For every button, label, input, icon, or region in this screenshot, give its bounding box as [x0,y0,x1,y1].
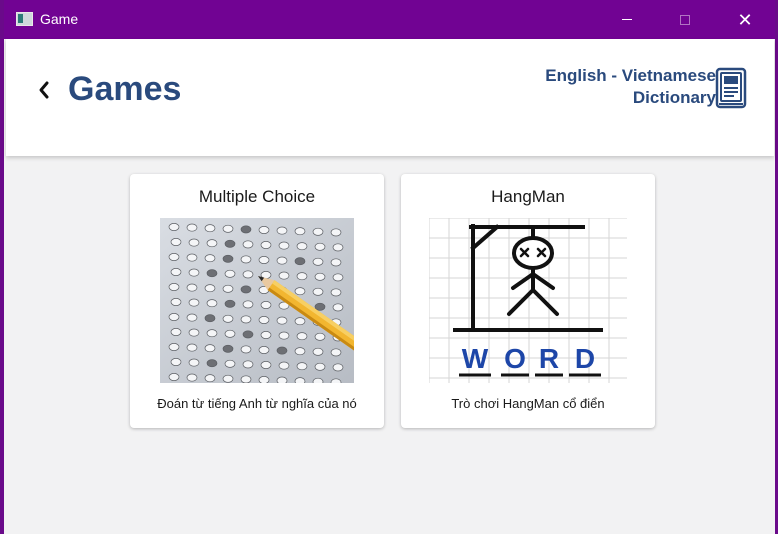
chevron-left-icon [39,81,49,99]
maximize-icon [680,14,690,25]
answer-sheet-pencil-image [160,218,354,383]
word-letter: O [504,343,526,374]
maximize-button[interactable] [662,0,708,39]
minimize-icon [622,19,632,20]
back-button[interactable] [32,75,56,105]
game-card-hangman[interactable]: HangMan W O R D Trò chơi HangMan cổ điển [401,174,655,428]
game-card-multiple-choice[interactable]: Multiple Choice Đoán từ tiếng Anh từ ngh… [130,174,384,428]
word-letter: W [462,343,489,374]
close-icon: ✕ [737,9,753,30]
word-letter: D [575,343,595,374]
title-bar[interactable]: Game ✕ [4,0,775,39]
game-card-title: HangMan [491,187,565,206]
app-brand: English - Vietnamese Dictionary [545,65,716,109]
window-title: Game [40,11,79,27]
brand-line-2: Dictionary [632,88,716,107]
brand-line-1: English - Vietnamese [545,66,716,85]
game-card-title: Multiple Choice [198,187,316,206]
dictionary-book-icon [715,67,747,109]
app-window-icon [16,12,33,26]
game-card-description: Đoán từ tiếng Anh từ nghĩa của nó [157,396,357,411]
word-letter: R [539,343,559,374]
hangman-word-image: W O R D [429,218,627,383]
app-window: Game ✕ Games English - Vietnamese Dictio… [4,0,775,534]
close-button[interactable]: ✕ [722,0,768,39]
page-title: Games [68,70,182,108]
minimize-button[interactable] [604,0,650,39]
header-bar: Games English - Vietnamese Dictionary [6,39,774,156]
game-card-description: Trò chơi HangMan cổ điển [451,396,605,411]
